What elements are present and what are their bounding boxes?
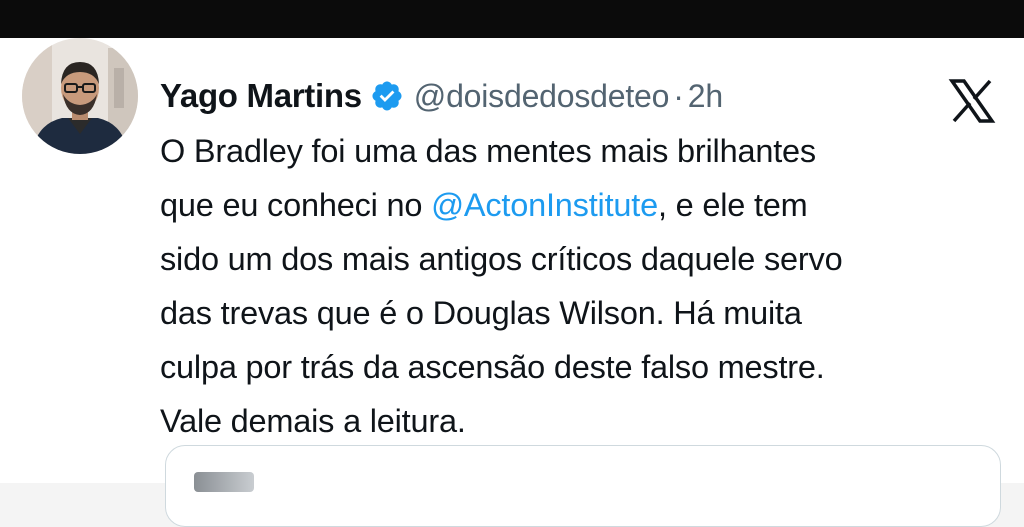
tweet-line-4: das trevas que é o Douglas Wilson. Há mu… [160,295,802,331]
timestamp[interactable]: 2h [688,78,723,115]
tweet-line-1: O Bradley foi uma das mentes mais brilha… [160,133,816,169]
avatar[interactable] [22,38,138,154]
embedded-card-image [194,472,254,492]
user-handle[interactable]: @doisdedosdeteo [414,78,670,115]
mention-link[interactable]: @ActonInstitute [431,187,658,223]
tweet-text: O Bradley foi uma das mentes mais brilha… [160,124,980,448]
tweet-header: Yago Martins @doisdedosdeteo · 2h [160,72,723,120]
verified-badge-icon [370,79,404,113]
embedded-card[interactable] [165,445,1001,527]
tweet-line-2: que eu conheci no @ActonInstitute, e ele… [160,187,808,223]
tweet-line-6: Vale demais a leitura. [160,403,466,439]
top-bar [0,0,1024,38]
display-name[interactable]: Yago Martins [160,77,362,115]
tweet-line-5: culpa por trás da ascensão deste falso m… [160,349,825,385]
tweet-line-3: sido um dos mais antigos críticos daquel… [160,241,843,277]
x-logo-icon[interactable] [946,78,998,124]
separator-dot: · [673,77,684,114]
